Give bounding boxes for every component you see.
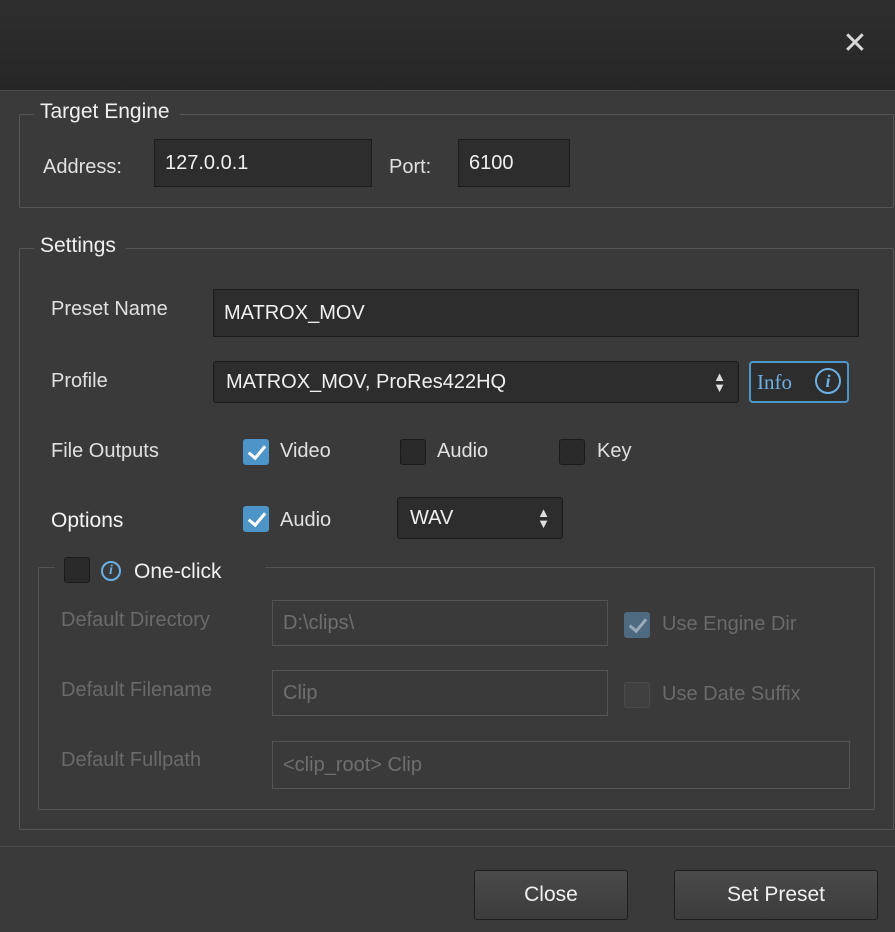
default-filename-label: Default Filename (61, 679, 213, 701)
chevron-updown-icon: ▲ ▼ (537, 505, 550, 531)
key-label: Key (597, 440, 632, 462)
close-icon[interactable]: ✕ (835, 24, 875, 64)
address-label: Address: (43, 156, 122, 178)
target-engine-title: Target Engine (34, 100, 180, 124)
options-audio-label: Audio (280, 509, 332, 531)
file-outputs-label: File Outputs (51, 440, 159, 462)
preset-name-input[interactable]: MATROX_MOV (213, 289, 859, 337)
port-label: Port: (389, 156, 432, 178)
audio-format-select[interactable]: WAV ▲ ▼ (397, 497, 563, 539)
port-input[interactable]: 6100 (458, 139, 570, 187)
profile-label: Profile (51, 370, 108, 392)
use-engine-dir-label: Use Engine Dir (662, 613, 797, 635)
profile-select-value: MATROX_MOV, ProRes422HQ (226, 371, 507, 393)
one-click-title: One-click (134, 560, 222, 583)
use-engine-dir-checkbox[interactable] (624, 612, 650, 638)
use-date-suffix-checkbox[interactable] (624, 682, 650, 708)
audio-output-checkbox[interactable] (400, 439, 426, 465)
settings-title: Settings (34, 234, 126, 258)
chevron-updown-icon: ▲ ▼ (713, 369, 726, 395)
use-date-suffix-label: Use Date Suffix (662, 683, 801, 705)
profile-select[interactable]: MATROX_MOV, ProRes422HQ ▲ ▼ (213, 361, 739, 403)
audio-output-label: Audio (437, 440, 489, 462)
video-checkbox[interactable] (243, 439, 269, 465)
title-bar: ✕ (0, 0, 895, 91)
close-button[interactable]: Close (474, 870, 628, 920)
info-icon: i (815, 368, 841, 394)
info-button[interactable]: Info i (749, 361, 849, 403)
default-fullpath-label: Default Fullpath (61, 749, 202, 771)
footer-divider (0, 846, 895, 847)
default-directory-label: Default Directory (61, 609, 210, 631)
default-filename-input[interactable]: Clip (272, 670, 608, 716)
default-directory-input[interactable]: D:\clips\ (272, 600, 608, 646)
info-icon: i (101, 561, 121, 581)
set-preset-button[interactable]: Set Preset (674, 870, 878, 920)
video-label: Video (280, 440, 331, 462)
options-audio-checkbox[interactable] (243, 506, 269, 532)
address-input[interactable]: 127.0.0.1 (154, 139, 372, 187)
preset-name-label: Preset Name (51, 298, 168, 320)
info-button-label: Info (757, 370, 792, 394)
key-checkbox[interactable] (559, 439, 585, 465)
audio-format-value: WAV (410, 507, 454, 529)
target-engine-group (19, 114, 894, 208)
one-click-checkbox[interactable] (64, 557, 90, 583)
default-fullpath-input[interactable]: <clip_root> Clip (272, 741, 850, 789)
options-label: Options (51, 509, 124, 532)
